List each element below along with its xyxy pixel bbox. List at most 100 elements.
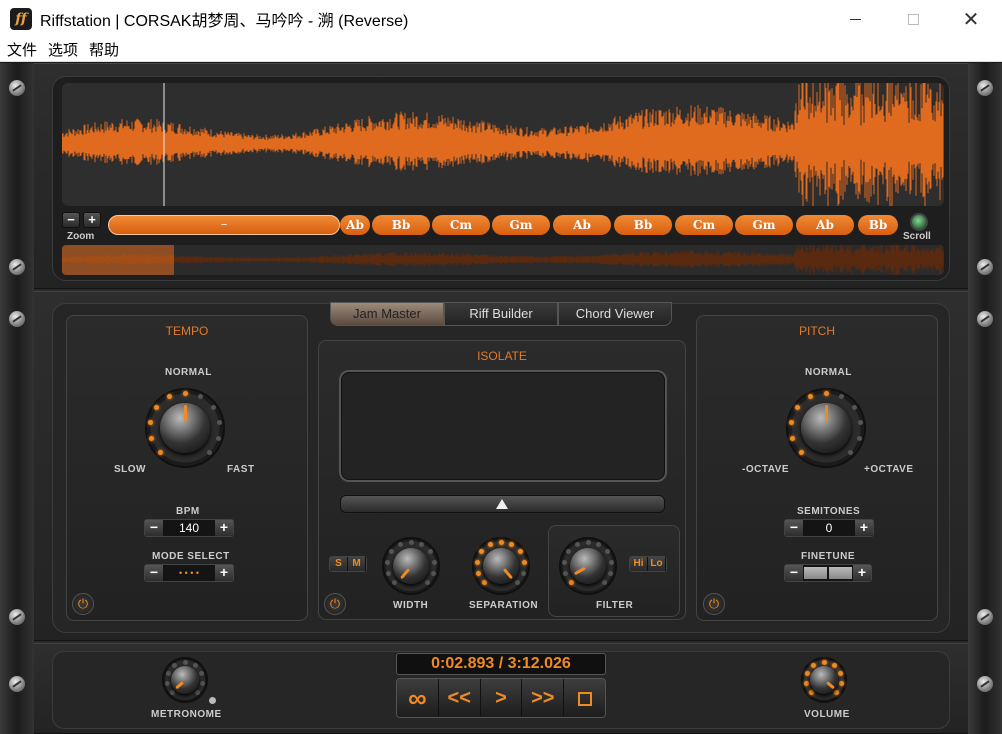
minimize-icon [849,18,861,20]
zoom-in-button[interactable]: + [83,212,101,228]
bpm-decrease-button[interactable]: − [145,520,163,536]
knob-indicator-dot [585,539,591,545]
chord-chip[interactable]: Ab [553,215,611,235]
screw-icon [977,609,993,625]
knob-pointer [824,405,828,422]
mode-next-button[interactable]: + [215,565,233,581]
filter-label: FILTER [596,600,634,611]
volume-knob[interactable] [801,657,847,703]
separation-label: SEPARATION [469,600,539,611]
solo-button[interactable]: S [330,557,348,571]
knob-indicator-dot [384,559,390,565]
menu-file[interactable]: 文件 [7,39,37,60]
tab-riff-builder[interactable]: Riff Builder [444,302,558,326]
volume-label: VOLUME [804,709,850,720]
chord-chip[interactable]: Bb [858,215,898,235]
chord-chip[interactable]: Cm [432,215,490,235]
finetune-increase-button[interactable]: + [853,565,871,581]
time-display: 0:02.893 / 3:12.026 [396,653,606,675]
knob-indicator-dot [562,570,568,576]
knob-indicator-dot [487,542,493,548]
screw-icon [9,311,25,327]
menu-options[interactable]: 选项 [48,39,78,60]
knob-indicator-dot [808,690,814,696]
tempo-power-button[interactable]: ⏻ [72,593,94,615]
width-knob[interactable] [382,537,440,595]
tempo-fast-label: FAST [227,464,255,475]
waveform-overview[interactable] [62,245,944,275]
isolate-display[interactable] [339,370,667,482]
chord-chip[interactable]: Bb [614,215,672,235]
chord-chip[interactable]: Bb [372,215,430,235]
pitch-knob[interactable] [786,388,866,468]
pitch-normal-label: NORMAL [805,367,852,378]
pitch-power-button[interactable]: ⏻ [703,593,725,615]
stop-button[interactable] [564,679,605,717]
semitones-decrease-button[interactable]: − [785,520,803,536]
filter-knob[interactable] [559,537,617,595]
bpm-increase-button[interactable]: + [215,520,233,536]
close-button[interactable]: ✕ [942,0,1000,38]
solo-mute-toggle: S M [329,556,367,572]
knob-indicator-dot [199,670,205,676]
tempo-normal-label: NORMAL [165,367,212,378]
play-button[interactable]: > [480,679,523,717]
maximize-button[interactable] [884,0,942,38]
left-rack-rail [0,63,34,734]
knob-indicator-dot [182,659,188,665]
isolate-power-button[interactable]: ⏻ [324,593,346,615]
minimize-button[interactable] [826,0,884,38]
maximize-icon [907,13,919,25]
screw-icon [977,311,993,327]
knob-indicator-dot [475,570,481,576]
filter-lo-button[interactable]: Lo [648,557,666,571]
chord-chip[interactable]: Ab [796,215,854,235]
screw-icon [9,676,25,692]
chord-chip[interactable]: Cm [675,215,733,235]
knob-indicator-dot [408,539,414,545]
menu-help[interactable]: 帮助 [89,39,119,60]
knob-indicator-dot [165,670,171,676]
separation-knob[interactable] [472,537,530,595]
knob-indicator-dot [788,420,794,426]
isolate-position-slider[interactable] [340,495,665,513]
knob-indicator-dot [192,662,198,668]
tempo-knob[interactable] [145,388,225,468]
knob-pointer [183,405,187,422]
knob-indicator-dot [804,670,810,676]
chord-chip[interactable]: Gm [492,215,550,235]
fast-forward-button[interactable]: >> [522,679,565,717]
knob-indicator-dot [807,394,813,400]
knob-indicator-dot [522,559,528,565]
loop-button[interactable]: ∞ [397,679,439,717]
zoom-label: Zoom [67,231,95,242]
mute-button[interactable]: M [348,557,366,571]
isolate-title: ISOLATE [477,349,527,363]
chord-region-bar[interactable]: − [108,215,340,235]
tab-chord-viewer[interactable]: Chord Viewer [558,302,672,326]
knob-indicator-dot [166,394,172,400]
scroll-toggle-button[interactable] [910,213,928,231]
mode-prev-button[interactable]: − [145,565,163,581]
semitones-increase-button[interactable]: + [855,520,873,536]
filter-hi-button[interactable]: Hi [630,557,648,571]
chord-chip[interactable]: Ab [340,215,370,235]
scroll-label: Scroll [903,231,931,242]
rack: − + Zoom − Ab Bb Cm Gm Ab Bb Cm Gm Ab Bb… [0,63,1002,734]
finetune-segment [804,567,827,579]
zoom-out-button[interactable]: − [62,212,80,228]
finetune-decrease-button[interactable]: − [785,565,803,581]
chord-track: − Ab Bb Cm Gm Ab Bb Cm Gm Ab Bb [108,214,898,236]
slider-thumb-icon[interactable] [496,499,508,509]
chord-chip[interactable]: Gm [735,215,793,235]
right-rack-rail [968,63,1002,734]
knob-indicator-dot [851,404,857,410]
tab-jam-master[interactable]: Jam Master [330,302,444,326]
rewind-button[interactable]: << [438,679,481,717]
metronome-label: METRONOME [151,709,222,720]
knob-indicator-dot [432,559,438,565]
screw-icon [977,676,993,692]
metronome-knob[interactable] [162,657,208,703]
semitones-value: 0 [825,521,833,535]
waveform-display[interactable] [62,83,944,206]
